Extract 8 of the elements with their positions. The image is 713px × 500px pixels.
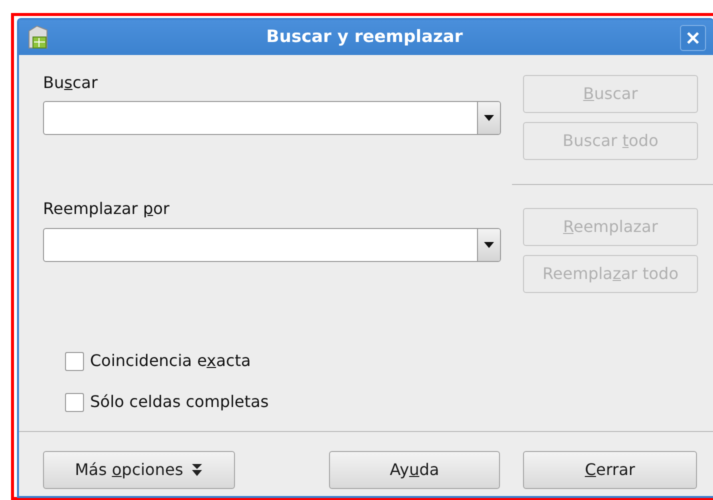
checkbox-label: Coincidencia exacta (90, 350, 251, 372)
replace-label: Reemplazar por (43, 198, 170, 220)
more-options-button[interactable]: Más opciones (43, 451, 235, 489)
help-button[interactable]: Ayuda (329, 451, 500, 489)
close-dialog-button[interactable]: Cerrar (523, 451, 697, 489)
search-label: Buscar (43, 72, 98, 94)
window-title: Buscar y reemplazar (266, 26, 463, 49)
checkbox-label: Sólo celdas completas (90, 391, 269, 413)
